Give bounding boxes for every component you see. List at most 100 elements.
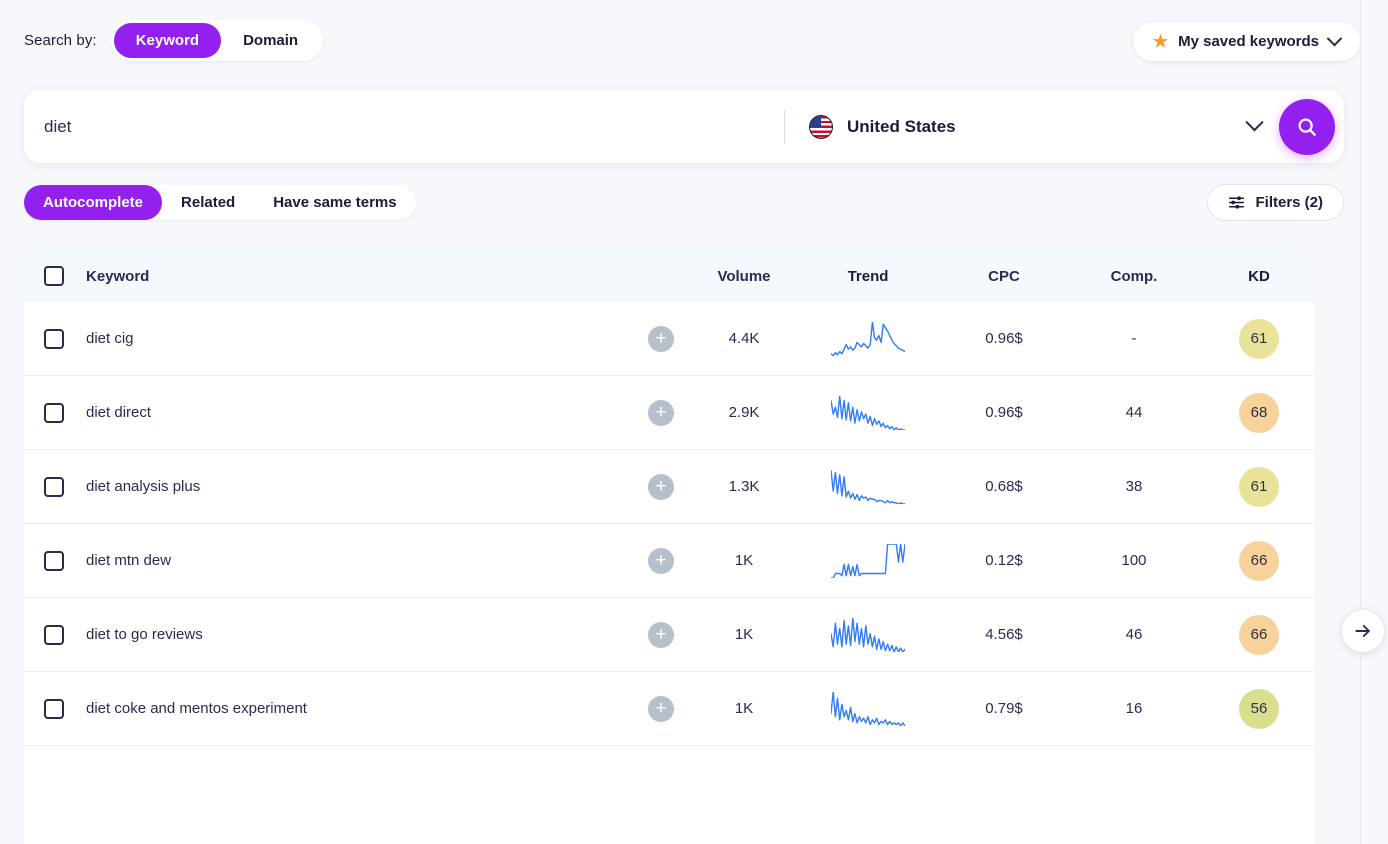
checkbox-icon[interactable] [44, 699, 64, 719]
trend-sparkline [831, 470, 905, 504]
sliders-icon [1228, 194, 1245, 211]
add-keyword-cell: + [626, 326, 696, 352]
checkbox-icon[interactable] [44, 266, 64, 286]
saved-keywords-label: My saved keywords [1178, 33, 1319, 50]
row-select-cell[interactable] [24, 329, 84, 349]
search-mode-keyword[interactable]: Keyword [114, 23, 221, 58]
search-bar: United States [24, 90, 1344, 163]
table-row[interactable]: diet to go reviews+1K4.56$4666 [24, 598, 1314, 672]
plus-icon[interactable]: + [648, 474, 674, 500]
keyword-cell[interactable]: diet mtn dew [84, 552, 626, 569]
trend-cell [792, 470, 944, 504]
country-selector[interactable]: United States [785, 115, 1279, 139]
keyword-research-page: Search by: Keyword Domain ★ My saved key… [0, 0, 1388, 844]
kd-badge: 56 [1239, 689, 1279, 729]
comp-cell: 38 [1064, 478, 1204, 495]
add-keyword-cell: + [626, 474, 696, 500]
checkbox-icon[interactable] [44, 477, 64, 497]
kd-cell: 68 [1204, 393, 1314, 433]
row-select-cell[interactable] [24, 699, 84, 719]
keyword-cell[interactable]: diet analysis plus [84, 478, 626, 495]
result-tabs: Autocomplete Related Have same terms [24, 185, 416, 220]
tab-related[interactable]: Related [162, 185, 254, 220]
keyword-cell[interactable]: diet to go reviews [84, 626, 626, 643]
row-select-cell[interactable] [24, 625, 84, 645]
search-button[interactable] [1279, 99, 1335, 155]
tab-autocomplete[interactable]: Autocomplete [24, 185, 162, 220]
arrow-right-icon [1353, 621, 1373, 641]
keyword-cell[interactable]: diet direct [84, 404, 626, 421]
trend-sparkline [831, 396, 905, 430]
checkbox-icon[interactable] [44, 551, 64, 571]
chevron-down-icon[interactable] [1245, 113, 1263, 131]
checkbox-icon[interactable] [44, 329, 64, 349]
table-row[interactable]: diet direct+2.9K0.96$4468 [24, 376, 1314, 450]
search-input[interactable] [24, 90, 784, 163]
volume-cell: 4.4K [696, 330, 792, 347]
table-header-row: Keyword Volume Trend CPC Comp. KD [24, 250, 1314, 302]
kd-badge: 68 [1239, 393, 1279, 433]
plus-icon[interactable]: + [648, 548, 674, 574]
table-row[interactable]: diet coke and mentos experiment+1K0.79$1… [24, 672, 1314, 746]
filters-label: Filters (2) [1255, 194, 1323, 211]
cpc-cell: 0.96$ [944, 330, 1064, 347]
my-saved-keywords-button[interactable]: ★ My saved keywords [1133, 22, 1360, 61]
table-row[interactable]: diet analysis plus+1.3K0.68$3861 [24, 450, 1314, 524]
plus-icon[interactable]: + [648, 400, 674, 426]
column-header-trend[interactable]: Trend [792, 268, 944, 285]
right-rail [1360, 0, 1388, 844]
tab-have-same-terms[interactable]: Have same terms [254, 185, 415, 220]
tab-row: Autocomplete Related Have same terms Fil… [24, 185, 1344, 221]
kd-badge: 61 [1239, 319, 1279, 359]
kd-cell: 66 [1204, 615, 1314, 655]
row-select-cell[interactable] [24, 477, 84, 497]
comp-cell: 100 [1064, 552, 1204, 569]
column-header-keyword[interactable]: Keyword [84, 268, 626, 285]
volume-cell: 1K [696, 626, 792, 643]
trend-sparkline [831, 322, 905, 356]
table-body: diet cig+4.4K0.96$-61diet direct+2.9K0.9… [24, 302, 1314, 746]
country-name: United States [847, 117, 956, 137]
add-keyword-cell: + [626, 400, 696, 426]
cpc-cell: 0.96$ [944, 404, 1064, 421]
trend-cell [792, 544, 944, 578]
comp-cell: - [1064, 330, 1204, 347]
trend-sparkline [831, 544, 905, 578]
kd-cell: 56 [1204, 689, 1314, 729]
plus-icon[interactable]: + [648, 326, 674, 352]
next-page-button[interactable] [1341, 609, 1385, 653]
column-header-comp[interactable]: Comp. [1064, 268, 1204, 285]
kd-cell: 61 [1204, 319, 1314, 359]
trend-cell [792, 322, 944, 356]
comp-cell: 16 [1064, 700, 1204, 717]
select-all-cell[interactable] [24, 266, 84, 286]
plus-icon[interactable]: + [648, 622, 674, 648]
keyword-table: Keyword Volume Trend CPC Comp. KD diet c… [24, 250, 1314, 844]
filters-button[interactable]: Filters (2) [1207, 184, 1344, 221]
row-select-cell[interactable] [24, 403, 84, 423]
keyword-cell[interactable]: diet cig [84, 330, 626, 347]
kd-cell: 61 [1204, 467, 1314, 507]
row-select-cell[interactable] [24, 551, 84, 571]
trend-sparkline [831, 618, 905, 652]
cpc-cell: 0.79$ [944, 700, 1064, 717]
checkbox-icon[interactable] [44, 403, 64, 423]
table-row[interactable]: diet mtn dew+1K0.12$10066 [24, 524, 1314, 598]
trend-cell [792, 692, 944, 726]
us-flag-icon [809, 115, 833, 139]
plus-icon[interactable]: + [648, 696, 674, 722]
table-row[interactable]: diet cig +4.4K 0.96$- 61 [24, 302, 1314, 376]
checkbox-icon[interactable] [44, 625, 64, 645]
trend-cell [792, 618, 944, 652]
kd-badge: 66 [1239, 541, 1279, 581]
keyword-cell[interactable]: diet coke and mentos experiment [84, 700, 626, 717]
column-header-cpc[interactable]: CPC [944, 268, 1064, 285]
search-mode-domain[interactable]: Domain [221, 23, 320, 58]
add-keyword-cell: + [626, 622, 696, 648]
cpc-cell: 0.12$ [944, 552, 1064, 569]
volume-cell: 2.9K [696, 404, 792, 421]
add-keyword-cell: + [626, 548, 696, 574]
column-header-kd[interactable]: KD [1204, 268, 1314, 285]
kd-badge: 66 [1239, 615, 1279, 655]
column-header-volume[interactable]: Volume [696, 268, 792, 285]
